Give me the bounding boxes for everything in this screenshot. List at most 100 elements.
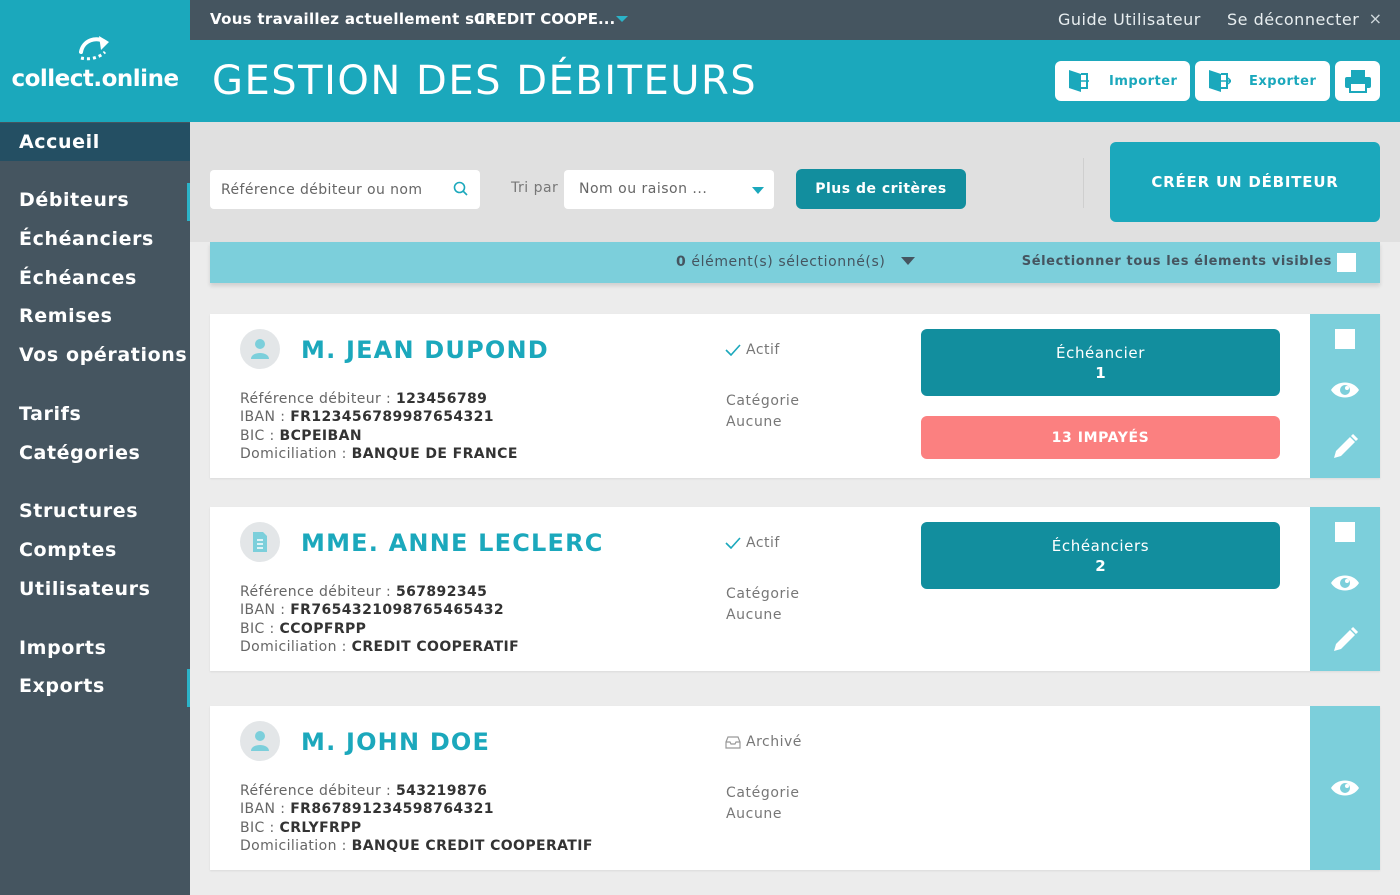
- filter-bar: Tri par Nom ou raison ... Plus de critèr…: [190, 122, 1400, 242]
- document-icon: [253, 532, 267, 552]
- select-checkbox[interactable]: [1335, 329, 1355, 349]
- sidebar-item-exports[interactable]: Exports: [0, 667, 190, 707]
- select-all-checkbox[interactable]: [1337, 253, 1356, 272]
- chevron-down-icon: [752, 187, 764, 194]
- bic-label: BIC :: [240, 427, 275, 444]
- person-icon: [251, 731, 269, 751]
- schedule-label: Échéanciers: [1051, 536, 1150, 555]
- debtor-reference: 567892345: [395, 584, 488, 600]
- eye-icon[interactable]: [1329, 571, 1361, 595]
- debtor-name[interactable]: MME. ANNE LECLERC: [301, 529, 604, 557]
- debtor-bic: CCOPFRPP: [279, 620, 367, 637]
- chevron-down-icon[interactable]: [616, 16, 628, 22]
- sort-select[interactable]: Nom ou raison ...: [564, 170, 774, 209]
- import-button[interactable]: Importer: [1055, 61, 1190, 101]
- selection-bar: 0 élément(s) sélectionné(s) Sélectionner…: [210, 242, 1380, 283]
- unpaid-button[interactable]: 13 IMPAYÉS: [921, 416, 1280, 459]
- debtor-card: MME. ANNE LECLERC Référence débiteur : 5…: [210, 507, 1380, 671]
- category-label: Catégorie: [726, 393, 800, 409]
- divider: [1083, 158, 1084, 208]
- status-text: Actif: [746, 342, 780, 358]
- close-icon[interactable]: ×: [1369, 9, 1382, 28]
- selection-count-text: 0 élément(s) sélectionné(s): [676, 254, 885, 270]
- category-label: Catégorie: [726, 785, 800, 801]
- search-input[interactable]: [210, 170, 450, 209]
- select-checkbox[interactable]: [1335, 522, 1355, 542]
- schedule-count: 1: [1095, 363, 1106, 382]
- ref-label: Référence débiteur :: [240, 391, 392, 407]
- ref-label: Référence débiteur :: [240, 584, 392, 600]
- select-all-label: Sélectionner tous les élements visibles: [1021, 254, 1332, 269]
- search-icon[interactable]: [452, 180, 470, 198]
- search-box: [210, 170, 480, 209]
- status-badge: Actif: [725, 535, 780, 551]
- sidebar-item-utilisateurs[interactable]: Utilisateurs: [0, 570, 190, 608]
- card-actions: [1310, 706, 1380, 870]
- sidebar-item-accueil[interactable]: Accueil: [0, 123, 190, 161]
- print-button[interactable]: [1335, 61, 1380, 101]
- page-title: GESTION DES DÉBITEURS: [212, 58, 758, 104]
- sidebar-item-structures[interactable]: Structures: [0, 492, 190, 530]
- sort-label: Tri par: [511, 180, 559, 196]
- top-bar: Vous travaillez actuellement sur CREDIT …: [190, 0, 1400, 40]
- sidebar-item-imports[interactable]: Imports: [0, 629, 190, 667]
- active-marker: [187, 669, 190, 707]
- eye-icon[interactable]: [1329, 378, 1361, 402]
- pencil-icon[interactable]: [1330, 432, 1360, 462]
- debtor-info: Référence débiteur : 123456789 IBAN : FR…: [240, 390, 518, 463]
- schedule-count: 2: [1095, 556, 1106, 575]
- debtor-reference: 123456789: [395, 391, 488, 407]
- card-actions: [1310, 507, 1380, 671]
- debtor-domiciliation: BANQUE CREDIT COOPERATIF: [351, 837, 593, 854]
- status-text: Actif: [746, 535, 780, 551]
- chevron-down-icon[interactable]: [901, 257, 915, 265]
- sidebar-item-echeances[interactable]: Échéances: [0, 259, 190, 297]
- debtor-bic: BCPEIBAN: [279, 427, 362, 444]
- eye-icon[interactable]: [1329, 776, 1361, 800]
- create-debtor-button[interactable]: CRÉER UN DÉBITEUR: [1110, 142, 1380, 222]
- logo[interactable]: collect.online: [0, 0, 190, 122]
- import-label: Importer: [1109, 73, 1178, 89]
- debtor-iban: FR867891234598764321: [290, 801, 494, 818]
- page-header: GESTION DES DÉBITEURS Importer Exporter: [190, 40, 1400, 122]
- user-guide-link[interactable]: Guide Utilisateur: [1058, 10, 1201, 29]
- domiciliation-label: Domiciliation :: [240, 837, 347, 854]
- debtor-info: Référence débiteur : 567892345 IBAN : FR…: [240, 583, 519, 656]
- category-value: Aucune: [726, 806, 783, 822]
- more-criteria-button[interactable]: Plus de critères: [796, 169, 966, 209]
- avatar: [240, 329, 280, 369]
- bic-label: BIC :: [240, 620, 275, 637]
- debtor-reference: 543219876: [395, 783, 488, 799]
- export-button[interactable]: Exporter: [1195, 61, 1330, 101]
- archive-icon: [725, 735, 741, 749]
- avatar: [240, 522, 280, 562]
- schedule-button[interactable]: Échéanciers 2: [921, 522, 1280, 589]
- workspace-org[interactable]: CREDIT COOPE...: [474, 10, 615, 28]
- status-text: Archivé: [746, 734, 802, 750]
- pencil-icon[interactable]: [1330, 625, 1360, 655]
- sidebar-item-comptes[interactable]: Comptes: [0, 531, 190, 569]
- import-icon: [1069, 70, 1089, 92]
- debtor-name[interactable]: M. JEAN DUPOND: [301, 336, 549, 364]
- schedule-button[interactable]: Échéancier 1: [921, 329, 1280, 396]
- debtor-card: M. JOHN DOE Référence débiteur : 5432198…: [210, 706, 1380, 870]
- status-badge: Archivé: [725, 734, 802, 750]
- logo-text: collect.online: [11, 66, 179, 92]
- sidebar-item-remises[interactable]: Remises: [0, 297, 190, 335]
- printer-icon: [1344, 70, 1371, 93]
- person-icon: [251, 339, 269, 359]
- debtor-domiciliation: BANQUE DE FRANCE: [351, 445, 518, 462]
- sidebar-item-categories[interactable]: Catégories: [0, 434, 190, 472]
- debtor-name[interactable]: M. JOHN DOE: [301, 728, 490, 756]
- sidebar-item-operations[interactable]: Vos opérations: [0, 336, 190, 374]
- category-value: Aucune: [726, 607, 783, 623]
- logout-link[interactable]: Se déconnecter: [1227, 10, 1359, 29]
- avatar: [240, 721, 280, 761]
- sidebar-item-tarifs[interactable]: Tarifs: [0, 395, 190, 433]
- logo-arrow-icon: [79, 36, 109, 61]
- export-label: Exporter: [1249, 73, 1317, 89]
- sidebar-item-echeanciers[interactable]: Échéanciers: [0, 220, 190, 258]
- sidebar-item-debiteurs[interactable]: Débiteurs: [0, 181, 190, 221]
- schedule-label: Échéancier: [1056, 343, 1145, 362]
- card-actions: [1310, 314, 1380, 478]
